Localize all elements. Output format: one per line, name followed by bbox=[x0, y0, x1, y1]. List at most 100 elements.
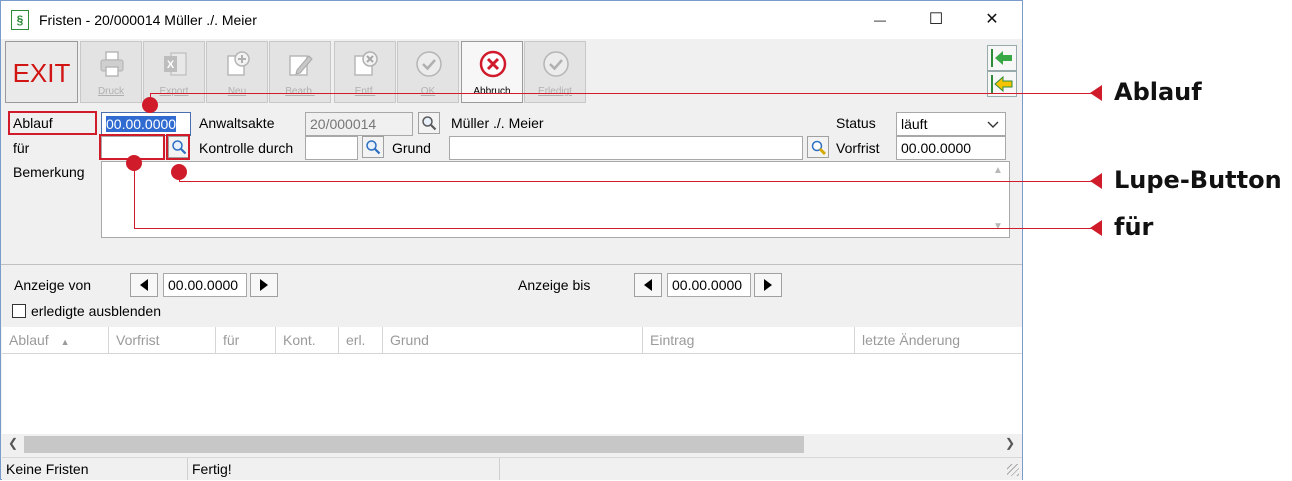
lupe-arrowhead bbox=[1090, 173, 1102, 189]
pencil-icon bbox=[289, 55, 313, 76]
delete-icon bbox=[354, 51, 378, 76]
column-header-vorfrist[interactable]: Vorfrist bbox=[109, 327, 216, 354]
ablauf-field[interactable]: 00.00.0000 bbox=[101, 112, 191, 136]
key-search-icon bbox=[811, 140, 827, 156]
svg-text:X: X bbox=[167, 59, 175, 71]
ok-label: OK bbox=[420, 86, 436, 97]
chevron-down-icon bbox=[987, 121, 999, 128]
erledigt-label: Erledigt bbox=[538, 86, 572, 97]
anzeige-von-prev-button[interactable] bbox=[130, 273, 158, 297]
fuer-label: für bbox=[13, 140, 30, 156]
fuer-callout-connector bbox=[134, 163, 135, 228]
maximize-button[interactable]: ☐ bbox=[908, 1, 964, 39]
scroll-right-icon[interactable]: ❯ bbox=[1005, 436, 1015, 450]
fuer-callout-line bbox=[134, 228, 1100, 229]
lupe-callout: Lupe-Button bbox=[1114, 166, 1282, 194]
resize-grip-icon[interactable] bbox=[1007, 464, 1019, 476]
app-icon: § bbox=[11, 10, 29, 30]
status-value: läuft bbox=[901, 116, 928, 132]
scroll-down-icon: ▼ bbox=[993, 221, 1003, 232]
column-header-letzte-aenderung[interactable]: letzte Änderung bbox=[855, 327, 1022, 354]
anwaltsakte-field[interactable]: 20/000014 bbox=[305, 112, 413, 136]
scroll-up-icon: ▲ bbox=[993, 165, 1003, 176]
anzeige-bis-prev-button[interactable] bbox=[634, 273, 662, 297]
checkmark-icon bbox=[543, 51, 569, 77]
status-left: Keine Fristen bbox=[2, 458, 188, 480]
cancel-icon bbox=[479, 50, 507, 78]
ablauf-callout: Ablauf bbox=[1114, 78, 1202, 106]
lupe-highlight bbox=[166, 134, 190, 160]
minimize-icon: — bbox=[874, 13, 886, 27]
arrow-left-bar-icon bbox=[991, 49, 1012, 67]
grid-header: Ablauf ▲ Vorfrist für Kont. erl. Grund E… bbox=[2, 327, 1022, 354]
lupe-callout-connector bbox=[179, 172, 180, 181]
close-window-button[interactable]: ✕ bbox=[964, 1, 1020, 39]
print-button[interactable]: Druck bbox=[80, 41, 142, 103]
column-header-label: Ablauf bbox=[9, 332, 49, 348]
abbruch-label: Abbruch bbox=[473, 86, 511, 97]
column-header-fuer[interactable]: für bbox=[216, 327, 276, 354]
printer-icon bbox=[100, 51, 124, 77]
bemerkung-textarea[interactable] bbox=[101, 161, 1010, 238]
checkmark-icon bbox=[416, 51, 442, 77]
grund-field[interactable] bbox=[449, 136, 803, 160]
magnifier-icon bbox=[422, 116, 437, 131]
anzeige-von-next-button[interactable] bbox=[250, 273, 278, 297]
vorfrist-label: Vorfrist bbox=[836, 140, 880, 156]
ablauf-arrowhead bbox=[1090, 85, 1102, 101]
anzeige-bis-label: Anzeige bis bbox=[518, 277, 591, 293]
anzeige-von-field[interactable]: 00.00.0000 bbox=[163, 273, 247, 297]
column-header-grund[interactable]: Grund bbox=[383, 327, 643, 354]
status-label: Status bbox=[836, 115, 876, 131]
triangle-right-icon bbox=[764, 279, 772, 291]
vorfrist-field[interactable]: 00.00.0000 bbox=[896, 136, 1006, 160]
new-document-icon bbox=[227, 51, 250, 76]
column-header-eintrag[interactable]: Eintrag bbox=[643, 327, 855, 354]
erledigte-checkbox[interactable] bbox=[12, 304, 26, 318]
ablauf-callout-connector bbox=[150, 93, 151, 103]
grund-label: Grund bbox=[392, 140, 431, 156]
ablauf-highlight bbox=[8, 111, 97, 135]
ablauf-value: 00.00.0000 bbox=[106, 116, 177, 132]
triangle-right-icon bbox=[260, 279, 268, 291]
kontrolle-lupe-button[interactable] bbox=[362, 136, 384, 158]
ablauf-callout-line bbox=[150, 93, 1100, 94]
lupe-callout-line bbox=[179, 181, 1100, 182]
fuer-arrowhead bbox=[1090, 220, 1102, 236]
status-bar: Keine Fristen Fertig! bbox=[2, 457, 1022, 480]
anwaltsakte-label: Anwaltsakte bbox=[199, 115, 275, 131]
anwaltsakte-lupe-button[interactable] bbox=[418, 112, 440, 134]
export-label: Export bbox=[159, 86, 189, 97]
edit-label: Bearb. bbox=[285, 86, 315, 97]
column-header-ablauf[interactable]: Ablauf ▲ bbox=[2, 327, 109, 354]
column-header-erl[interactable]: erl. bbox=[339, 327, 383, 354]
bemerkung-scrollbar[interactable]: ▲ ▼ bbox=[989, 163, 1007, 236]
triangle-left-icon bbox=[140, 279, 148, 291]
status-middle: Fertig! bbox=[188, 458, 500, 480]
fuer-callout: für bbox=[1114, 213, 1154, 241]
nav-first-button[interactable] bbox=[987, 45, 1017, 71]
exit-button[interactable]: EXIT bbox=[5, 41, 78, 103]
scroll-left-icon[interactable]: ❮ bbox=[8, 436, 18, 450]
anzeige-bis-field[interactable]: 00.00.0000 bbox=[667, 273, 751, 297]
column-header-kont[interactable]: Kont. bbox=[276, 327, 339, 354]
minimize-button[interactable]: — bbox=[852, 1, 908, 39]
grund-lookup-button[interactable] bbox=[807, 136, 829, 158]
magnifier-icon bbox=[366, 140, 381, 155]
anzeige-von-label: Anzeige von bbox=[14, 277, 92, 293]
new-label: Neu bbox=[227, 86, 247, 97]
bemerkung-label: Bemerkung bbox=[13, 164, 85, 180]
print-label: Druck bbox=[97, 86, 125, 97]
erledigte-label: erledigte ausblenden bbox=[31, 303, 161, 319]
fristen-window: § Fristen - 20/000014 Müller ./. Meier —… bbox=[0, 0, 1023, 480]
kontrolle-field[interactable] bbox=[305, 136, 358, 160]
delete-label: Entf. bbox=[354, 86, 376, 97]
excel-icon: X bbox=[164, 52, 187, 76]
scrollbar-thumb[interactable] bbox=[24, 436, 804, 453]
kontrolle-label: Kontrolle durch bbox=[199, 140, 294, 156]
status-select[interactable]: läuft bbox=[896, 112, 1006, 136]
anzeige-bis-next-button[interactable] bbox=[754, 273, 782, 297]
horizontal-scrollbar[interactable]: ❮ ❯ bbox=[2, 434, 1022, 455]
grid-body[interactable] bbox=[2, 354, 1022, 434]
maximize-icon: ☐ bbox=[928, 11, 944, 28]
